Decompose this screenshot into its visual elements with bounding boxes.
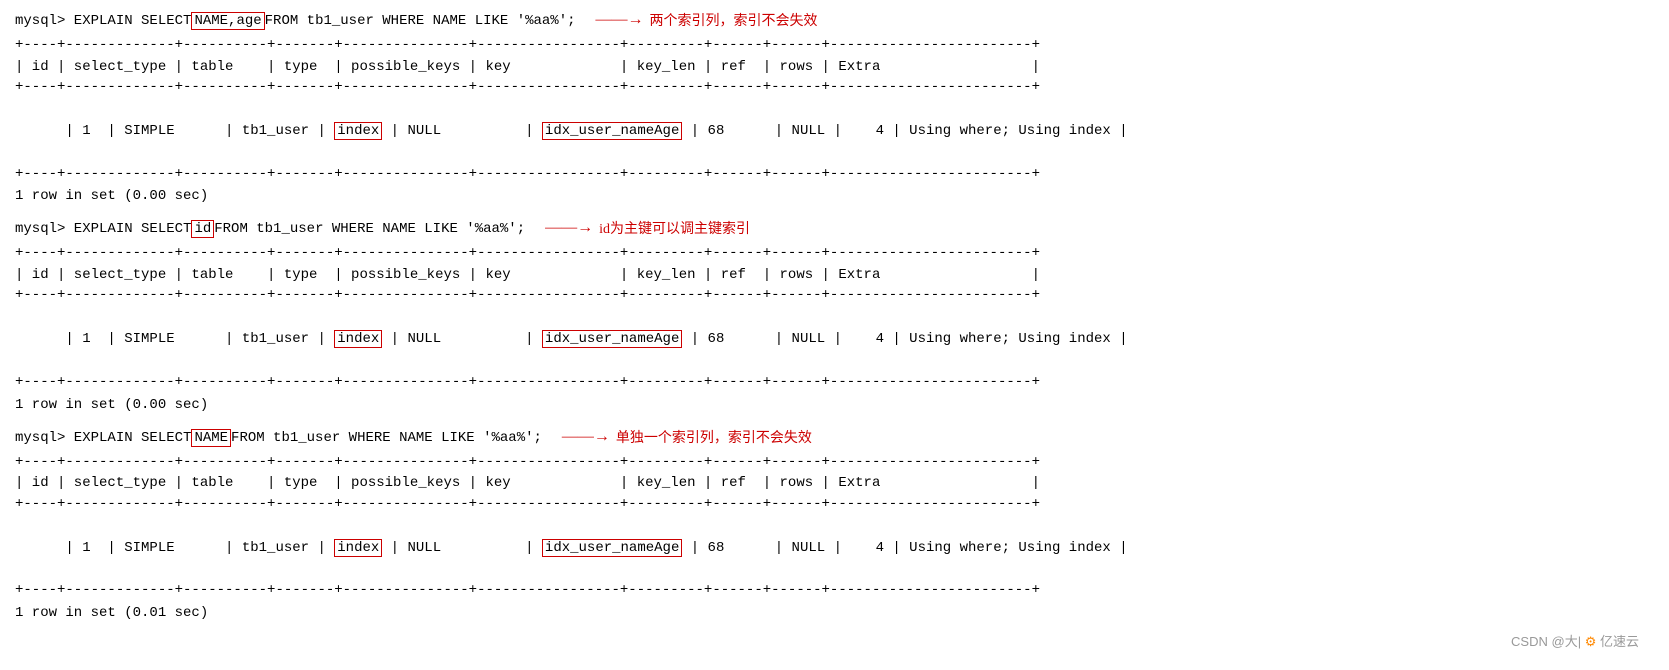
- annotation-2: ——→ id为主键可以调主键索引: [545, 218, 750, 238]
- divider-top-3: +----+-------------+----------+-------+-…: [15, 453, 1654, 473]
- arrow-1: ——→: [596, 11, 644, 29]
- header-row-2: | id | select_type | table | type | poss…: [15, 264, 1654, 286]
- data-mid-3: | NULL |: [382, 540, 542, 556]
- sql-highlight-3: NAME: [191, 429, 231, 447]
- sql-suffix-2: FROM tb1_user WHERE NAME LIKE '%aa%';: [214, 221, 525, 237]
- page-wrapper: mysql> EXPLAIN SELECT NAME,age FROM tb1_…: [15, 10, 1654, 660]
- sql-suffix-3: FROM tb1_user WHERE NAME LIKE '%aa%';: [231, 430, 542, 446]
- data-row-1: | 1 | SIMPLE | tb1_user | index | NULL |…: [15, 98, 1654, 165]
- data-row-2: | 1 | SIMPLE | tb1_user | index | NULL |…: [15, 306, 1654, 373]
- data-mid-1: | NULL |: [382, 123, 542, 139]
- divider-bot-1: +----+-------------+----------+-------+-…: [15, 165, 1654, 185]
- key-box-3: idx_user_nameAge: [542, 539, 682, 557]
- watermark-icon: ⚙: [1585, 634, 1597, 649]
- data-pre-3: | 1 | SIMPLE | tb1_user |: [65, 540, 334, 556]
- sql-suffix-1: FROM tb1_user WHERE NAME LIKE '%aa%';: [265, 13, 576, 29]
- divider-bot-2: +----+-------------+----------+-------+-…: [15, 373, 1654, 393]
- divider-top-2: +----+-------------+----------+-------+-…: [15, 244, 1654, 264]
- watermark: CSDN @大| ⚙ 亿速云: [1511, 631, 1639, 650]
- divider-mid-1: +----+-------------+----------+-------+-…: [15, 78, 1654, 98]
- divider-top-1: +----+-------------+----------+-------+-…: [15, 36, 1654, 56]
- arrow-3: ——→: [562, 428, 610, 446]
- header-row-3: | id | select_type | table | type | poss…: [15, 472, 1654, 494]
- sql-prefix-3: mysql> EXPLAIN SELECT: [15, 430, 191, 446]
- data-post-2: | 68 | NULL | 4 | Using where; Using ind…: [682, 331, 1127, 347]
- sql-line-1: mysql> EXPLAIN SELECT NAME,age FROM tb1_…: [15, 10, 1654, 30]
- data-pre-1: | 1 | SIMPLE | tb1_user |: [65, 123, 334, 139]
- data-post-3: | 68 | NULL | 4 | Using where; Using ind…: [682, 540, 1127, 556]
- result-1: 1 row in set (0.00 sec): [15, 188, 1654, 204]
- result-3: 1 row in set (0.01 sec): [15, 605, 1654, 621]
- divider-mid-3: +----+-------------+----------+-------+-…: [15, 495, 1654, 515]
- watermark-yisu: 亿速云: [1600, 634, 1639, 649]
- type-box-1: index: [334, 122, 382, 140]
- key-box-2: idx_user_nameAge: [542, 330, 682, 348]
- arrow-2: ——→: [545, 219, 593, 237]
- annotation-1: ——→ 两个索引列，索引不会失效: [596, 10, 818, 30]
- sql-highlight-2: id: [191, 220, 214, 238]
- sql-prefix-2: mysql> EXPLAIN SELECT: [15, 221, 191, 237]
- data-row-3: | 1 | SIMPLE | tb1_user | index | NULL |…: [15, 514, 1654, 581]
- watermark-csdn: CSDN @大|: [1511, 634, 1581, 649]
- sql-line-2: mysql> EXPLAIN SELECT id FROM tb1_user W…: [15, 218, 1654, 238]
- annotation-3: ——→ 单独一个索引列，索引不会失效: [562, 427, 812, 447]
- sql-line-3: mysql> EXPLAIN SELECT NAME FROM tb1_user…: [15, 427, 1654, 447]
- annotation-text-1: 两个索引列，索引不会失效: [650, 10, 818, 30]
- type-box-3: index: [334, 539, 382, 557]
- annotation-text-2: id为主键可以调主键索引: [599, 218, 750, 238]
- data-post-1: | 68 | NULL | 4 | Using where; Using ind…: [682, 123, 1127, 139]
- divider-mid-2: +----+-------------+----------+-------+-…: [15, 286, 1654, 306]
- annotation-text-3: 单独一个索引列，索引不会失效: [616, 427, 812, 447]
- key-box-1: idx_user_nameAge: [542, 122, 682, 140]
- sql-prefix-1: mysql> EXPLAIN SELECT: [15, 13, 191, 29]
- header-row-1: | id | select_type | table | type | poss…: [15, 56, 1654, 78]
- divider-bot-3: +----+-------------+----------+-------+-…: [15, 581, 1654, 601]
- section-2: mysql> EXPLAIN SELECT id FROM tb1_user W…: [15, 218, 1654, 412]
- section-3: mysql> EXPLAIN SELECT NAME FROM tb1_user…: [15, 427, 1654, 621]
- result-2: 1 row in set (0.00 sec): [15, 397, 1654, 413]
- data-mid-2: | NULL |: [382, 331, 542, 347]
- data-pre-2: | 1 | SIMPLE | tb1_user |: [65, 331, 334, 347]
- type-box-2: index: [334, 330, 382, 348]
- sql-highlight-1: NAME,age: [191, 12, 264, 30]
- section-1: mysql> EXPLAIN SELECT NAME,age FROM tb1_…: [15, 10, 1654, 204]
